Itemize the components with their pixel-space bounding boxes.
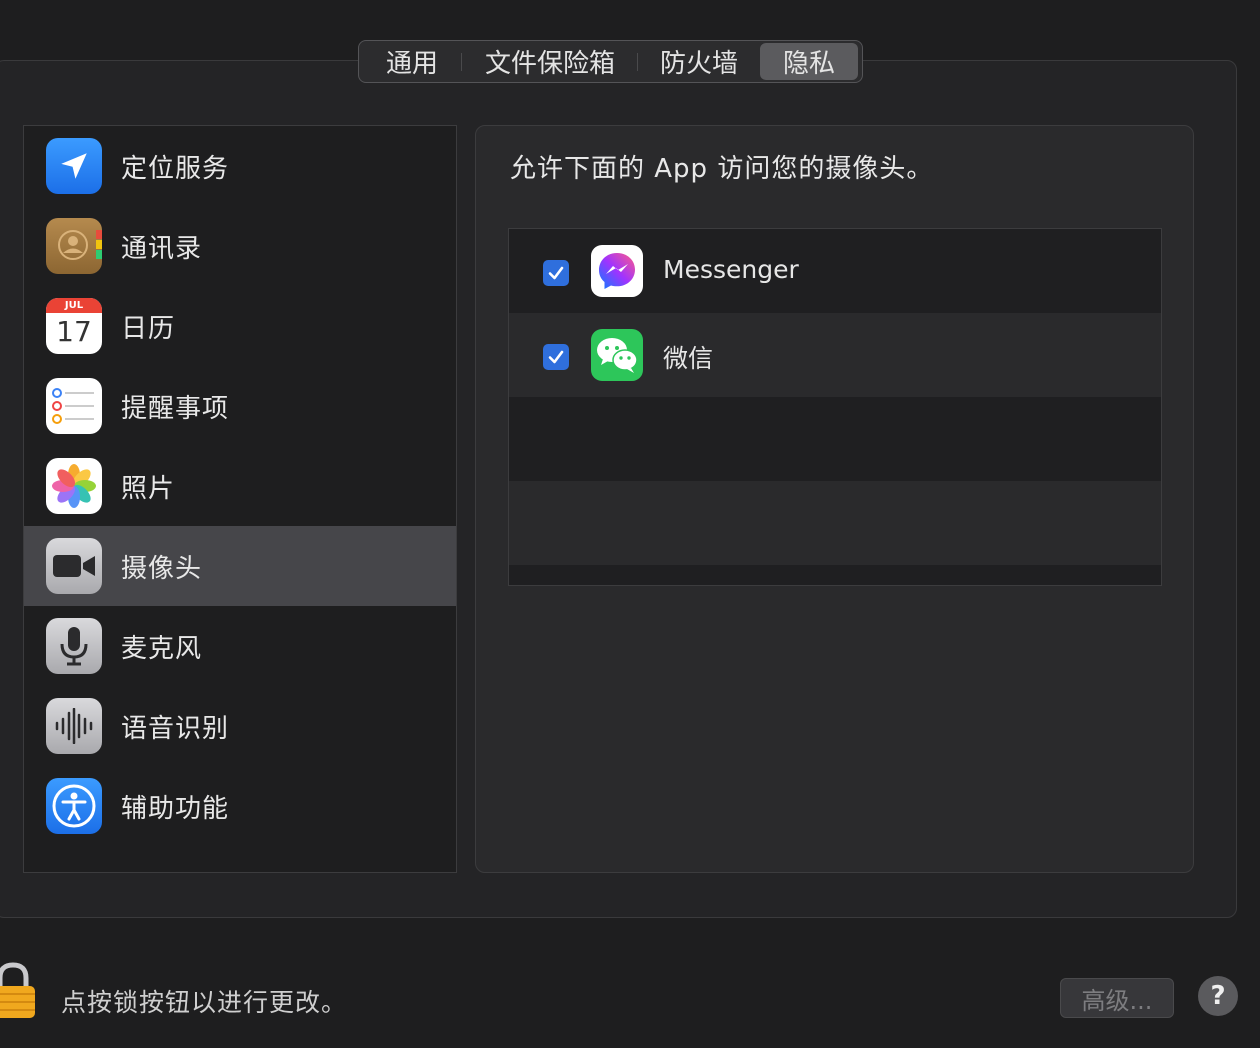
wechat-checkbox[interactable] bbox=[543, 344, 569, 370]
sidebar-item-label: 语音识别 bbox=[121, 713, 230, 744]
sidebar-item-label: 日历 bbox=[121, 313, 176, 344]
location-arrow-icon bbox=[46, 138, 102, 194]
sidebar-item-microphone[interactable]: 麦克风 bbox=[24, 606, 456, 686]
sidebar-item-label: 辅助功能 bbox=[121, 793, 230, 824]
sidebar-item-speech-recognition[interactable]: 语音识别 bbox=[24, 686, 456, 766]
list-item-wechat[interactable]: 微信 bbox=[509, 313, 1161, 397]
microphone-icon bbox=[46, 618, 102, 674]
sidebar-item-photos[interactable]: 照片 bbox=[24, 446, 456, 526]
app-access-list[interactable]: Messenger 微信 bbox=[508, 228, 1162, 586]
tab-privacy[interactable]: 隐私 bbox=[760, 43, 858, 80]
sidebar-item-label: 定位服务 bbox=[121, 153, 230, 184]
tab-filevault[interactable]: 文件保险箱 bbox=[462, 43, 638, 80]
sidebar-item-label: 麦克风 bbox=[121, 633, 203, 664]
privacy-category-list[interactable]: 定位服务 通讯录 JUL 17 日历 提醒事项 照片 摄像头 麦克风 语音识别 … bbox=[23, 125, 457, 873]
app-name: 微信 bbox=[663, 344, 714, 373]
sidebar-item-contacts[interactable]: 通讯录 bbox=[24, 206, 456, 286]
tab-bar: 通用 文件保险箱 防火墙 隐私 bbox=[358, 40, 863, 83]
sidebar-item-location-services[interactable]: 定位服务 bbox=[24, 126, 456, 206]
panel-title: 允许下面的 App 访问您的摄像头。 bbox=[510, 154, 934, 184]
sidebar-item-label: 通讯录 bbox=[121, 233, 203, 264]
empty-list-row bbox=[509, 397, 1161, 481]
sidebar-item-calendar[interactable]: JUL 17 日历 bbox=[24, 286, 456, 366]
accessibility-icon bbox=[46, 778, 102, 834]
tab-firewall[interactable]: 防火墙 bbox=[638, 43, 760, 80]
messenger-checkbox[interactable] bbox=[543, 260, 569, 286]
app-name: Messenger bbox=[663, 255, 799, 284]
sidebar-item-accessibility[interactable]: 辅助功能 bbox=[24, 766, 456, 846]
empty-list-row bbox=[509, 481, 1161, 565]
help-button[interactable]: ? bbox=[1198, 976, 1238, 1016]
sidebar-item-camera[interactable]: 摄像头 bbox=[24, 526, 456, 606]
lock-hint-text: 点按锁按钮以进行更改。 bbox=[61, 988, 348, 1017]
list-item-messenger[interactable]: Messenger bbox=[509, 229, 1161, 313]
contacts-icon bbox=[46, 218, 102, 274]
advanced-button[interactable]: 高级... bbox=[1060, 978, 1174, 1018]
wechat-icon bbox=[591, 329, 643, 381]
sidebar-item-label: 提醒事项 bbox=[121, 393, 230, 424]
reminders-icon bbox=[46, 378, 102, 434]
camera-access-panel: 允许下面的 App 访问您的摄像头。 Messenger 微信 bbox=[475, 125, 1194, 873]
tab-general[interactable]: 通用 bbox=[362, 43, 462, 80]
calendar-month: JUL bbox=[46, 298, 102, 313]
camera-icon bbox=[46, 538, 102, 594]
lock-icon[interactable] bbox=[0, 962, 38, 1024]
speech-recognition-icon bbox=[46, 698, 102, 754]
sidebar-item-label: 照片 bbox=[121, 473, 176, 504]
calendar-day: 17 bbox=[56, 315, 92, 348]
messenger-icon bbox=[591, 245, 643, 297]
photos-icon bbox=[46, 458, 102, 514]
sidebar-item-reminders[interactable]: 提醒事项 bbox=[24, 366, 456, 446]
calendar-icon: JUL 17 bbox=[46, 298, 102, 354]
sidebar-item-label: 摄像头 bbox=[121, 553, 203, 584]
